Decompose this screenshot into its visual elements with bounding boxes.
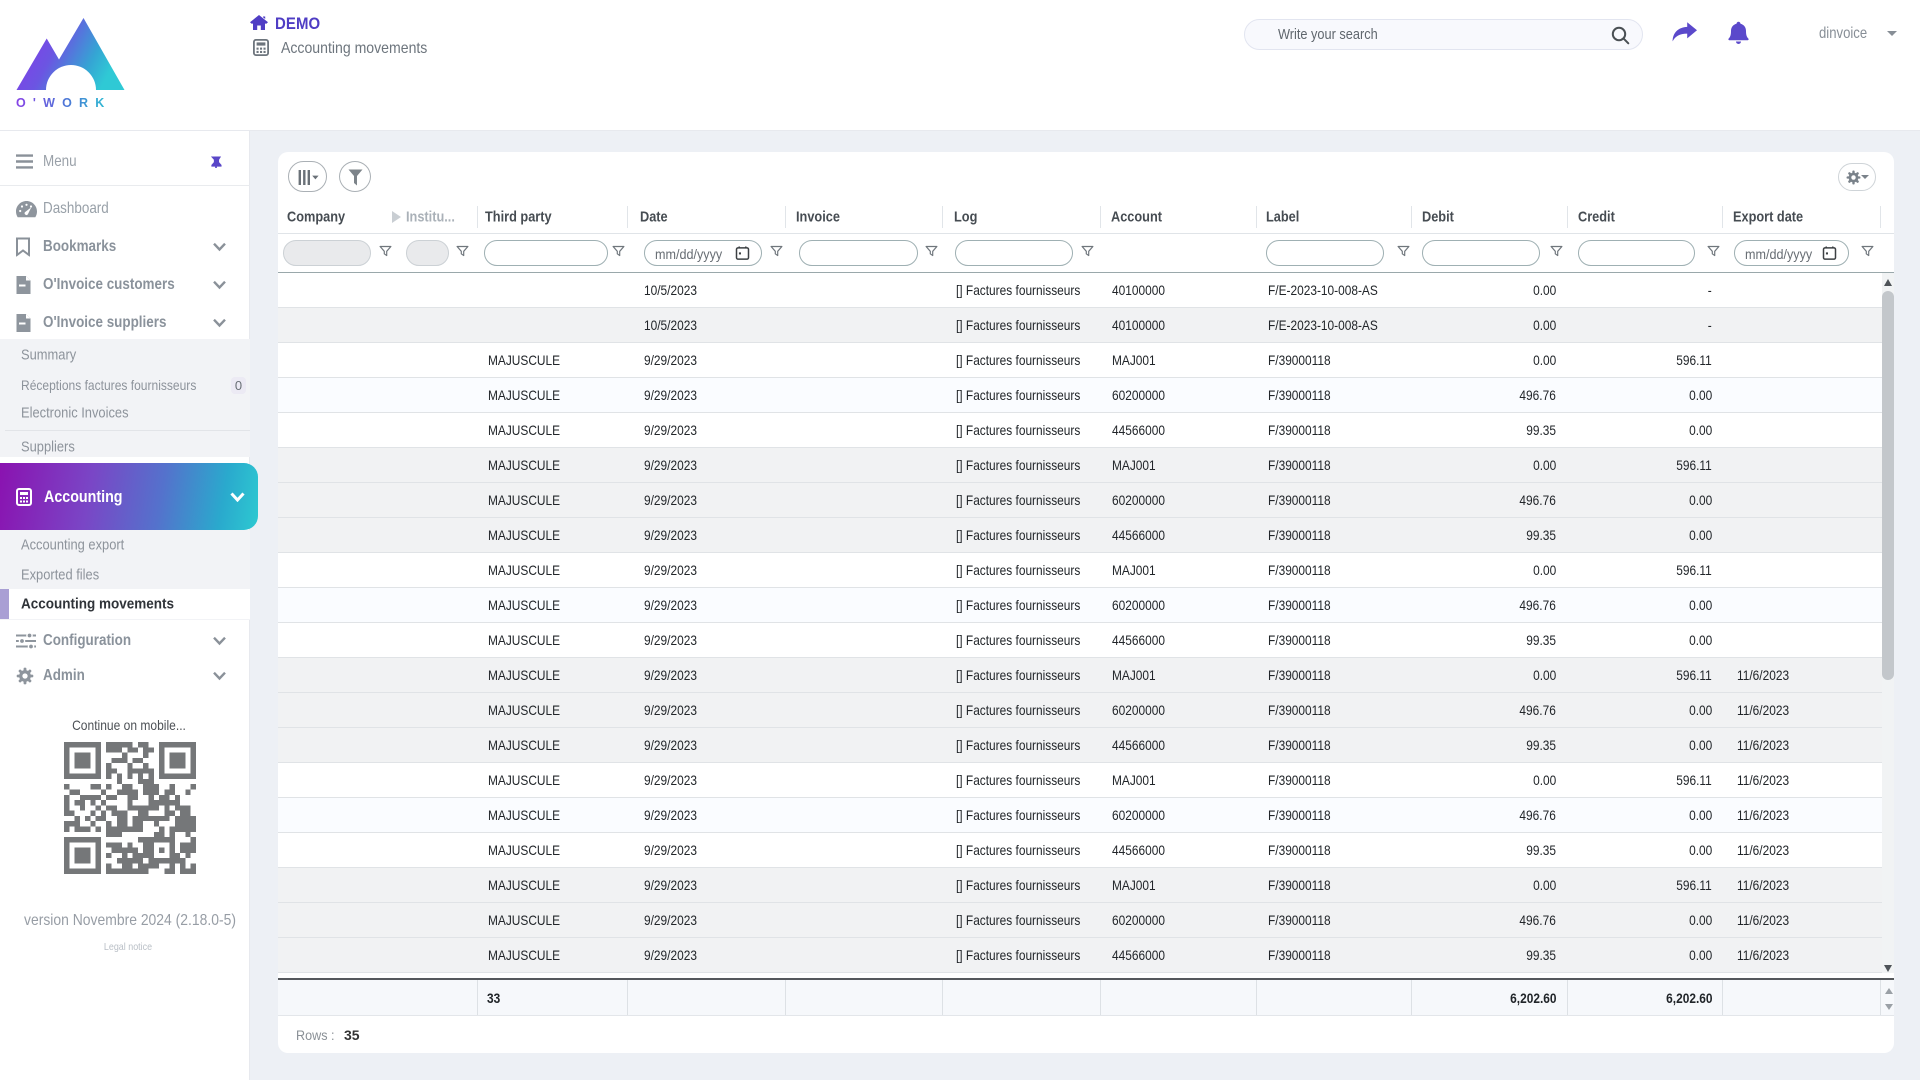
svg-text:O'WORK: O'WORK — [16, 96, 111, 110]
